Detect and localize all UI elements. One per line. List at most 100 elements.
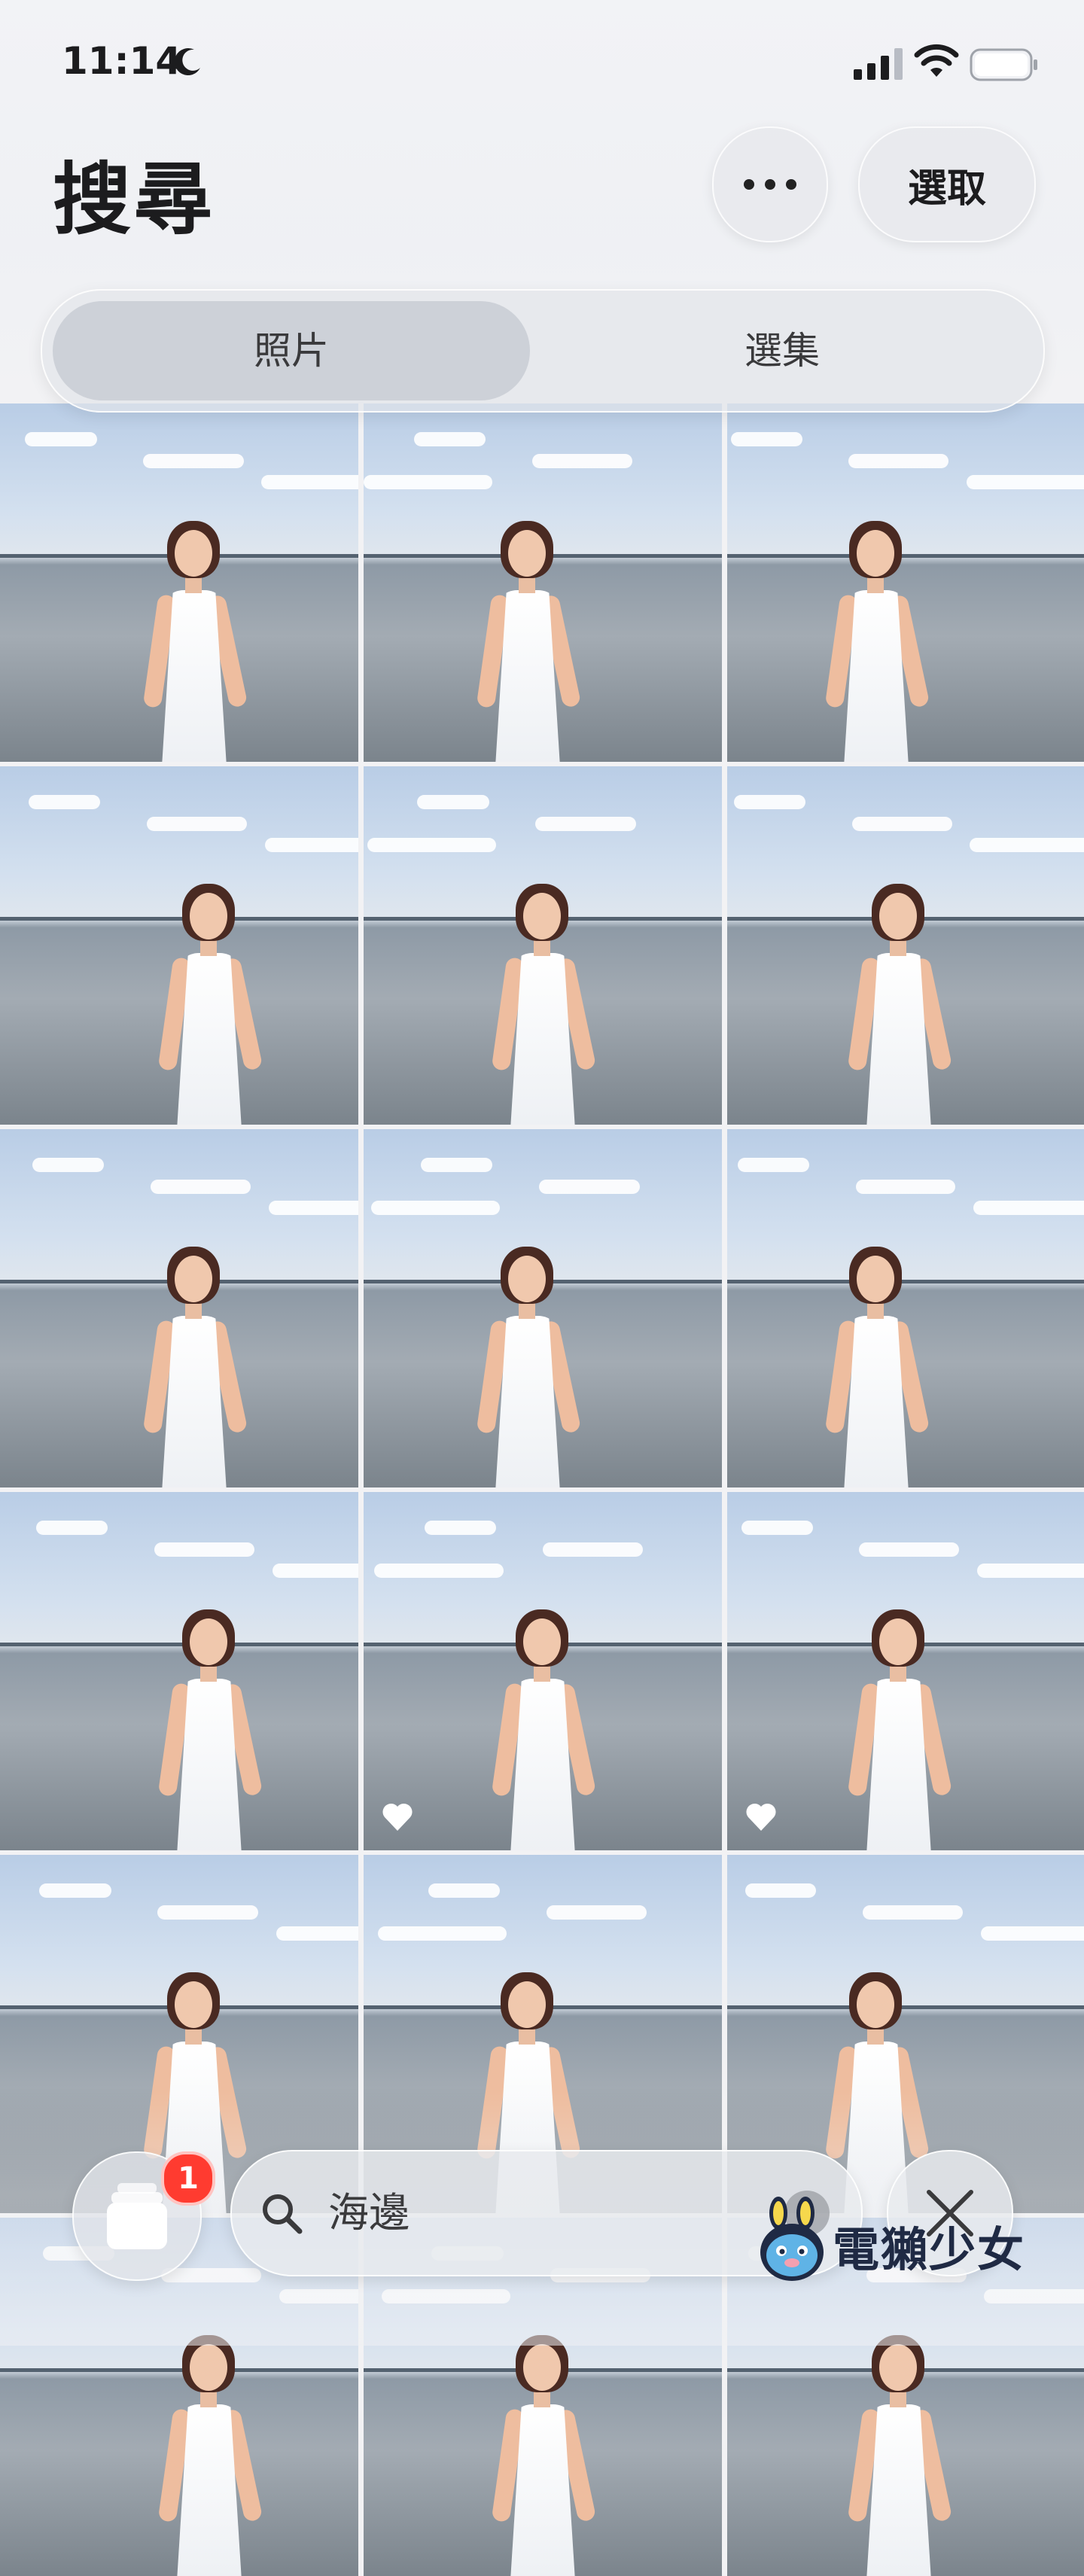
magnifier-icon xyxy=(263,2194,303,2234)
figure-face xyxy=(190,1618,227,1665)
woman-figure xyxy=(840,2335,953,2576)
woman-figure xyxy=(818,1247,930,1487)
battery-icon xyxy=(970,48,1037,81)
cloud xyxy=(428,1883,500,1899)
photo-thumbnail[interactable] xyxy=(0,1129,358,1487)
ellipsis-icon xyxy=(744,179,754,190)
cellular-signal-icon xyxy=(854,48,903,80)
figure-face xyxy=(175,1256,212,1302)
favorite-heart-icon xyxy=(382,1803,413,1831)
cloud xyxy=(29,795,101,810)
cloud xyxy=(261,475,358,490)
stack-icon xyxy=(107,2183,167,2249)
cloud xyxy=(370,1201,500,1216)
status-bar: 11:14 xyxy=(0,0,1084,113)
cloud xyxy=(364,475,493,490)
tab-photos[interactable]: 照片 xyxy=(53,291,530,411)
photo-thumbnail[interactable] xyxy=(0,766,358,1125)
figure-face xyxy=(879,1618,917,1665)
figure-face xyxy=(175,1981,212,2028)
cloud xyxy=(378,1926,507,1941)
cloud xyxy=(413,432,486,447)
tab-collections[interactable]: 選集 xyxy=(544,291,1021,411)
woman-figure xyxy=(151,2335,263,2576)
watermark: 電獺少女 xyxy=(754,2191,1025,2288)
cloud xyxy=(367,838,497,853)
watermark-text: 電獺少女 xyxy=(833,2222,1026,2277)
photo-thumbnail[interactable] xyxy=(364,766,722,1125)
woman-figure xyxy=(484,884,597,1125)
photo-thumbnail[interactable] xyxy=(727,766,1084,1125)
cloud xyxy=(859,1542,960,1557)
cloud xyxy=(25,432,97,447)
photo-thumbnail[interactable] xyxy=(0,403,358,762)
photo-thumbnail[interactable] xyxy=(0,1492,358,1850)
woman-figure xyxy=(818,521,930,762)
wifi-icon xyxy=(914,44,959,77)
figure-face xyxy=(508,530,546,577)
status-time: 11:14 xyxy=(62,39,182,83)
cloud xyxy=(265,838,358,853)
cloud xyxy=(973,1201,1084,1216)
woman-figure xyxy=(484,2335,597,2576)
cloud xyxy=(32,1158,105,1173)
figure-face xyxy=(857,1981,894,2028)
cloud xyxy=(535,816,636,831)
segmented-control: 照片 選集 xyxy=(41,289,1045,413)
cloud xyxy=(966,475,1084,490)
cloud xyxy=(150,1179,251,1194)
cloud xyxy=(730,432,802,447)
woman-figure xyxy=(136,1247,248,1487)
cloud xyxy=(744,1883,817,1899)
cloud xyxy=(157,1905,258,1920)
figure-face xyxy=(523,893,561,939)
cloud xyxy=(272,1564,358,1579)
woman-figure xyxy=(484,1609,597,1850)
cloud xyxy=(980,1926,1084,1941)
woman-figure xyxy=(469,1247,582,1487)
cloud xyxy=(863,1905,963,1920)
more-options-button[interactable] xyxy=(712,126,828,242)
figure-face xyxy=(190,2344,227,2391)
cloud xyxy=(424,1521,497,1536)
cloud xyxy=(543,1542,644,1557)
figure-face xyxy=(523,1618,561,1665)
otter-mascot-icon xyxy=(760,2197,824,2281)
select-button[interactable]: 選取 xyxy=(858,126,1036,242)
cloud xyxy=(539,1179,640,1194)
cloud xyxy=(855,1179,956,1194)
ellipsis-icon-dot xyxy=(786,179,796,190)
search-query: 海邊 xyxy=(328,2189,410,2236)
stack-count-badge: 1 xyxy=(161,2151,215,2206)
figure-face xyxy=(857,1256,894,1302)
photo-thumbnail[interactable] xyxy=(727,1492,1084,1850)
figure-face xyxy=(879,893,917,939)
cloud xyxy=(417,795,489,810)
photo-thumbnail[interactable] xyxy=(727,403,1084,762)
cloud xyxy=(154,1542,254,1557)
ellipsis-icon-dot xyxy=(765,179,775,190)
figure-face xyxy=(175,530,212,577)
cloud xyxy=(421,1158,493,1173)
cloud xyxy=(269,1201,358,1216)
woman-figure xyxy=(840,1609,953,1850)
page-title: 搜尋 xyxy=(53,154,216,245)
cloud xyxy=(143,453,244,468)
figure-face xyxy=(857,530,894,577)
cloud xyxy=(734,795,806,810)
woman-figure xyxy=(469,521,582,762)
cloud xyxy=(374,1564,504,1579)
photo-thumbnail[interactable] xyxy=(727,1129,1084,1487)
cloud xyxy=(546,1905,647,1920)
woman-figure xyxy=(840,884,953,1125)
woman-figure xyxy=(151,1609,263,1850)
figure-face xyxy=(523,2344,561,2391)
figure-face xyxy=(508,1256,546,1302)
woman-figure xyxy=(136,521,248,762)
photo-thumbnail[interactable] xyxy=(364,403,722,762)
photo-thumbnail[interactable] xyxy=(364,1129,722,1487)
photo-thumbnail[interactable] xyxy=(364,1492,722,1850)
cloud xyxy=(35,1521,108,1536)
cloud xyxy=(39,1883,111,1899)
favorite-heart-icon xyxy=(746,1803,776,1831)
